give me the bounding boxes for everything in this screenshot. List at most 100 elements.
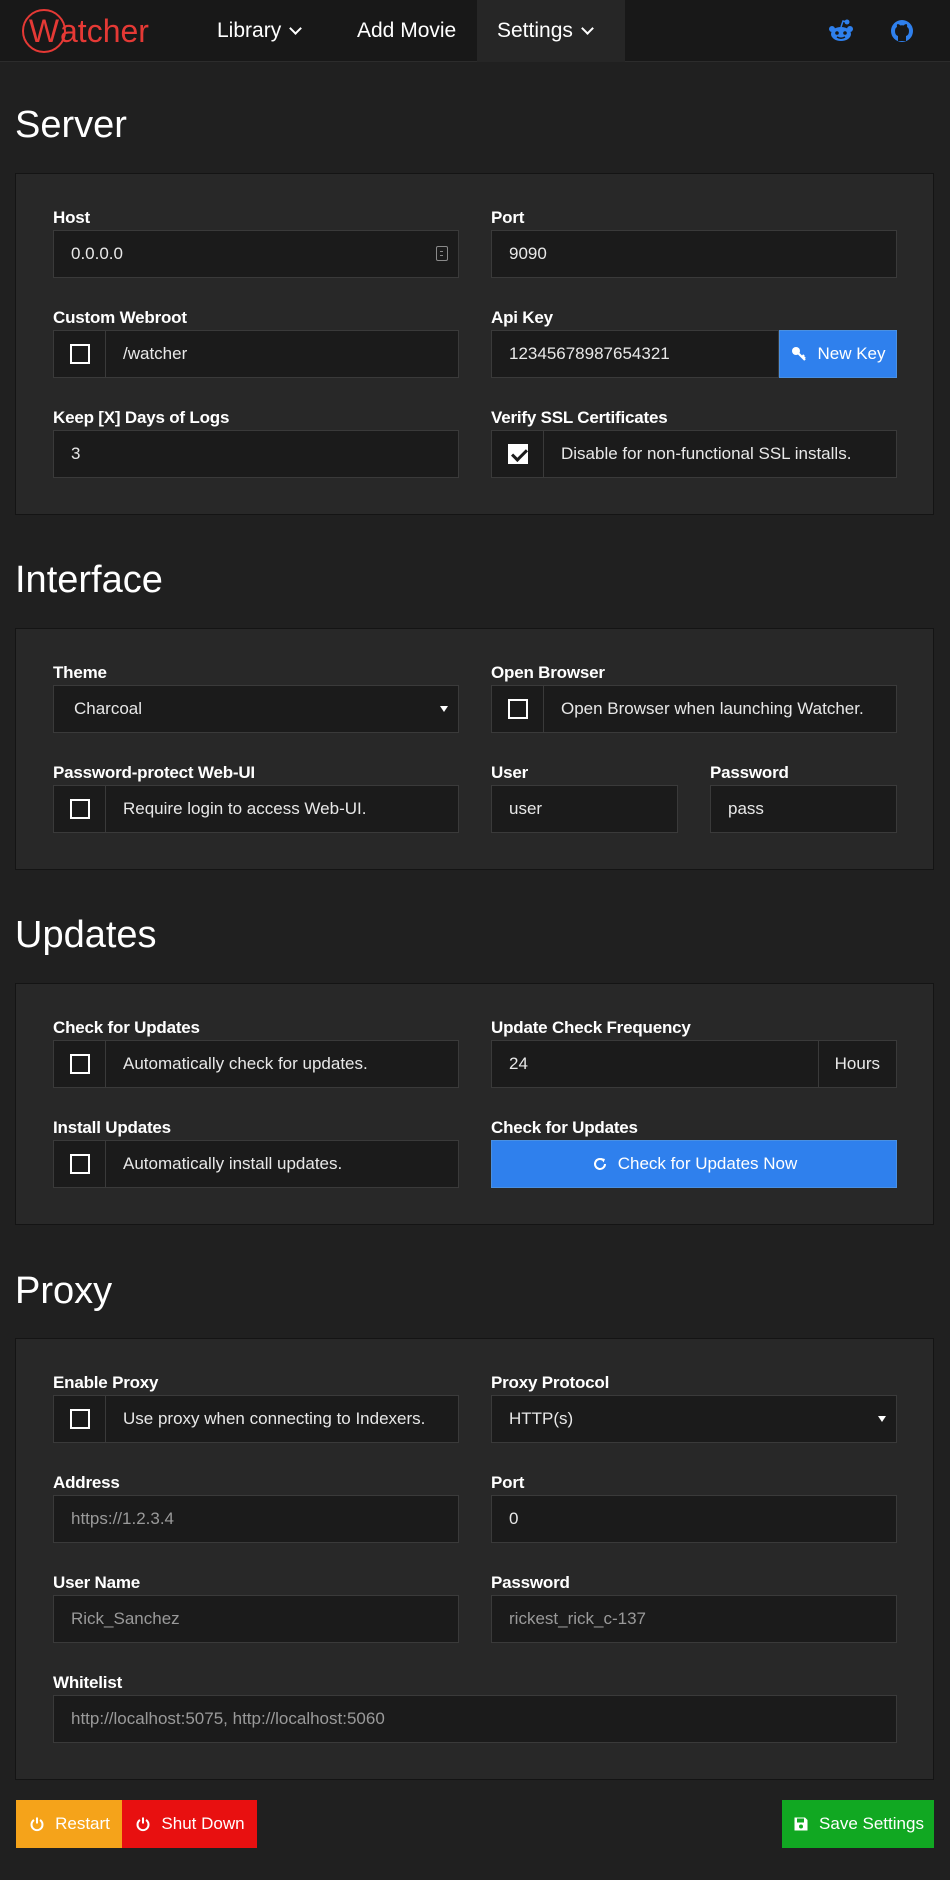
proxy-address-placeholder: https://1.2.3.4 xyxy=(71,1509,175,1528)
proxy-protocol-select[interactable]: HTTP(s) xyxy=(491,1395,897,1443)
proxy-protocol-value: HTTP(s) xyxy=(509,1409,574,1428)
update-frequency-value: 24 xyxy=(509,1054,528,1073)
pwprotect-label: Password-protect Web-UI xyxy=(53,763,255,782)
ssl-text: Disable for non-functional SSL installs. xyxy=(561,444,852,463)
whitelist-input[interactable]: http://localhost:5075, http://localhost:… xyxy=(53,1695,897,1743)
power-icon xyxy=(28,1815,46,1833)
apikey-input[interactable]: 12345678987654321 xyxy=(491,330,779,378)
refresh-icon xyxy=(591,1155,609,1173)
update-frequency-label: Update Check Frequency xyxy=(491,1018,691,1037)
install-updates-checkbox-wrap[interactable] xyxy=(54,1141,106,1187)
port-input[interactable]: 9090 xyxy=(491,230,897,278)
webroot-checkbox[interactable] xyxy=(69,344,90,364)
password-input[interactable]: pass xyxy=(710,785,897,833)
server-title: Server xyxy=(15,104,127,146)
save-settings-button[interactable]: Save Settings xyxy=(782,1800,934,1848)
chevron-down-icon xyxy=(581,21,594,35)
host-input[interactable]: 0.0.0.0 xyxy=(53,230,459,278)
check-updates-checkbox-wrap[interactable] xyxy=(54,1041,106,1087)
open-browser-field[interactable]: Open Browser when launching Watcher. xyxy=(491,685,897,733)
github-icon[interactable] xyxy=(888,17,916,45)
ssl-checkbox-wrap[interactable] xyxy=(492,431,544,477)
password-label: Password xyxy=(710,763,789,782)
reddit-icon[interactable] xyxy=(827,17,855,45)
port-value: 9090 xyxy=(509,244,547,263)
theme-select[interactable]: Charcoal xyxy=(53,685,459,733)
enable-proxy-checkbox[interactable] xyxy=(69,1409,90,1429)
proxy-port-label: Port xyxy=(491,1473,525,1492)
logo-text: atcher xyxy=(60,13,149,49)
check-updates-field[interactable]: Automatically check for updates. xyxy=(53,1040,459,1088)
nav-add-movie[interactable]: Add Movie xyxy=(337,0,476,62)
install-updates-checkbox[interactable] xyxy=(69,1154,90,1174)
webroot-value: /watcher xyxy=(123,344,188,363)
logs-value: 3 xyxy=(71,444,81,463)
webroot-label: Custom Webroot xyxy=(53,308,187,327)
pwprotect-checkbox[interactable] xyxy=(69,799,90,819)
enable-proxy-field[interactable]: Use proxy when connecting to Indexers. xyxy=(53,1395,459,1443)
check-now-label: Check for Updates xyxy=(491,1118,638,1137)
nav-library-label: Library xyxy=(217,19,282,42)
enable-proxy-checkbox-wrap[interactable] xyxy=(54,1396,106,1442)
pwprotect-field[interactable]: Require login to access Web-UI. xyxy=(53,785,459,833)
save-icon xyxy=(792,1815,810,1833)
proxy-port-input[interactable]: 0 xyxy=(491,1495,897,1543)
open-browser-label: Open Browser xyxy=(491,663,605,682)
apikey-label: Api Key xyxy=(491,308,553,327)
interface-title: Interface xyxy=(15,559,163,601)
check-updates-checkbox[interactable] xyxy=(69,1054,90,1074)
watcher-logo[interactable]: W atcher xyxy=(22,8,149,54)
user-input[interactable]: user xyxy=(491,785,678,833)
proxy-username-input[interactable]: Rick_Sanchez xyxy=(53,1595,459,1643)
webroot-input[interactable]: /watcher xyxy=(53,330,459,378)
key-icon xyxy=(790,345,808,363)
install-updates-text: Automatically install updates. xyxy=(123,1154,343,1173)
restart-button[interactable]: Restart xyxy=(16,1800,122,1848)
update-frequency-input[interactable]: 24 Hours xyxy=(491,1040,897,1088)
nav-settings[interactable]: Settings xyxy=(477,0,625,62)
nav-settings-label: Settings xyxy=(497,19,573,42)
credentials-icon[interactable] xyxy=(436,246,448,261)
theme-value: Charcoal xyxy=(74,699,143,718)
enable-proxy-text: Use proxy when connecting to Indexers. xyxy=(123,1409,426,1428)
open-browser-checkbox-wrap[interactable] xyxy=(492,686,544,732)
proxy-address-input[interactable]: https://1.2.3.4 xyxy=(53,1495,459,1543)
hours-addon: Hours xyxy=(817,1041,896,1087)
new-key-button[interactable]: New Key xyxy=(779,330,897,378)
proxy-address-label: Address xyxy=(53,1473,120,1492)
dropdown-arrow-icon xyxy=(878,1416,886,1422)
whitelist-label: Whitelist xyxy=(53,1673,123,1692)
logs-label: Keep [X] Days of Logs xyxy=(53,408,230,427)
nav-library[interactable]: Library xyxy=(197,0,320,62)
user-label: User xyxy=(491,763,529,782)
updates-title: Updates xyxy=(15,914,157,956)
check-updates-now-label: Check for Updates Now xyxy=(617,1154,798,1173)
ssl-checkbox[interactable] xyxy=(507,444,528,464)
pwprotect-checkbox-wrap[interactable] xyxy=(54,786,106,832)
open-browser-text: Open Browser when launching Watcher. xyxy=(561,699,864,718)
nav-add-movie-label: Add Movie xyxy=(357,19,457,42)
power-icon xyxy=(134,1815,152,1833)
proxy-password-placeholder: rickest_rick_c-137 xyxy=(509,1609,646,1628)
shutdown-button[interactable]: Shut Down xyxy=(122,1800,257,1848)
logs-input[interactable]: 3 xyxy=(53,430,459,478)
port-label: Port xyxy=(491,208,525,227)
check-updates-now-button[interactable]: Check for Updates Now xyxy=(491,1140,897,1188)
password-value: pass xyxy=(728,799,764,818)
ssl-label: Verify SSL Certificates xyxy=(491,408,668,427)
proxy-protocol-label: Proxy Protocol xyxy=(491,1373,610,1392)
proxy-username-placeholder: Rick_Sanchez xyxy=(71,1609,180,1628)
host-label: Host xyxy=(53,208,90,227)
proxy-password-input[interactable]: rickest_rick_c-137 xyxy=(491,1595,897,1643)
enable-proxy-label: Enable Proxy xyxy=(53,1373,159,1392)
ssl-field[interactable]: Disable for non-functional SSL installs. xyxy=(491,430,897,478)
whitelist-placeholder: http://localhost:5075, http://localhost:… xyxy=(71,1709,385,1728)
webroot-checkbox-wrap[interactable] xyxy=(54,331,106,377)
install-updates-label: Install Updates xyxy=(53,1118,171,1137)
navbar: W atcher Library Add Movie Settings xyxy=(0,0,950,62)
install-updates-field[interactable]: Automatically install updates. xyxy=(53,1140,459,1188)
host-value: 0.0.0.0 xyxy=(71,244,123,263)
save-settings-label: Save Settings xyxy=(819,1814,924,1833)
proxy-port-value: 0 xyxy=(509,1509,519,1528)
open-browser-checkbox[interactable] xyxy=(507,699,528,719)
